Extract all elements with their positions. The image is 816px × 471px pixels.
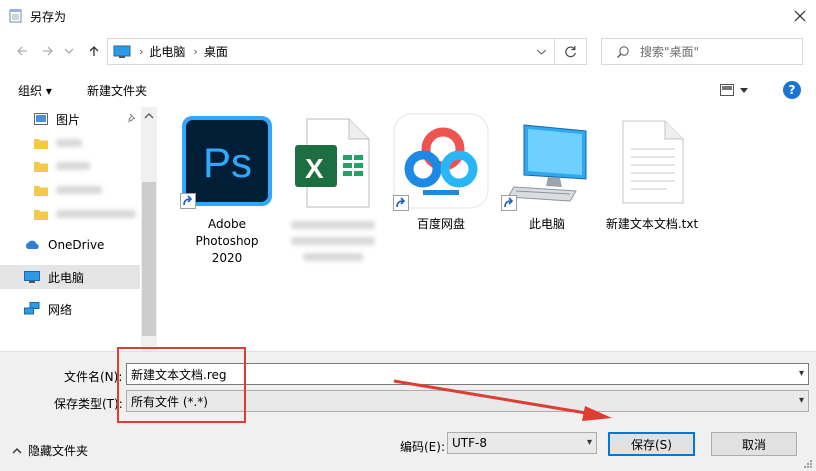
file-label: 此电脑 — [528, 217, 565, 231]
search-placeholder: 搜索"桌面" — [640, 45, 700, 59]
close-button[interactable] — [786, 4, 814, 28]
filetype-select[interactable]: 所有文件 (*.*) ▾ — [126, 390, 809, 412]
sidebar-item-onedrive[interactable]: OneDrive — [0, 233, 140, 257]
sidebar-item-blurred-2[interactable] — [0, 154, 140, 178]
blurred-label — [291, 237, 375, 245]
toolbar: 组织 ▾ 新建文件夹 ? — [0, 74, 816, 106]
blurred-label — [56, 162, 90, 170]
blurred-label — [56, 210, 136, 218]
file-list: Ps Adobe Photoshop 2020 X 百度网盘 此电脑 新建文本文… — [157, 107, 816, 351]
caret-down-icon — [740, 87, 748, 93]
file-label: Adobe Photoshop 2020 — [195, 217, 259, 265]
folder-icon — [34, 210, 48, 220]
blurred-label — [291, 221, 375, 229]
svg-text:Ps: Ps — [203, 139, 252, 186]
arrow-up-icon — [89, 46, 99, 56]
address-bar[interactable]: › 此电脑 › 桌面 — [107, 38, 555, 65]
forward-button[interactable] — [38, 40, 58, 62]
help-icon[interactable]: ? — [783, 81, 801, 99]
filename-input[interactable]: 新建文本文档.reg ▾ — [126, 363, 809, 385]
chevron-down-icon[interactable]: ▾ — [799, 368, 804, 379]
close-icon — [794, 10, 806, 22]
save-button[interactable]: 保存(S) — [608, 432, 695, 456]
file-label: 新建文本文档.txt — [605, 217, 699, 231]
svg-text:X: X — [305, 153, 324, 184]
pin-icon[interactable] — [127, 113, 137, 123]
network-icon — [24, 302, 40, 315]
chevron-up-icon — [12, 448, 22, 454]
computer-icon — [24, 270, 40, 283]
window-title: 另存为 — [30, 10, 67, 24]
file-item-this-pc[interactable]: 此电脑 — [497, 113, 597, 233]
breadcrumb-separator-icon: › — [139, 45, 144, 58]
up-button[interactable] — [84, 40, 104, 62]
file-item-excel[interactable]: X — [283, 113, 383, 263]
title-bar: 另存为 — [0, 0, 816, 31]
file-item-new-text-document[interactable]: 新建文本文档.txt — [600, 113, 704, 233]
refresh-button[interactable] — [555, 38, 587, 65]
resize-grip-icon[interactable] — [802, 458, 814, 470]
encoding-label: 编码(E): — [400, 440, 445, 454]
new-folder-button[interactable]: 新建文件夹 — [87, 82, 147, 99]
sidebar-item-pictures[interactable]: 图片 — [0, 107, 140, 131]
chevron-down-icon[interactable]: ▾ — [587, 437, 592, 448]
refresh-icon — [565, 46, 576, 58]
shortcut-arrow-icon — [180, 193, 196, 209]
search-box[interactable]: 搜索"桌面" — [601, 38, 803, 65]
chevron-down-icon — [65, 48, 73, 54]
breadcrumb-separator-icon: › — [193, 45, 198, 58]
shortcut-arrow-icon — [501, 195, 517, 211]
folder-icon — [34, 139, 48, 149]
save-form-panel: 文件名(N): 新建文本文档.reg ▾ 保存类型(T): 所有文件 (*.*)… — [0, 351, 816, 471]
file-label: 百度网盘 — [416, 217, 465, 231]
hide-folders-toggle[interactable]: 隐藏文件夹 — [12, 442, 88, 459]
sidebar-item-blurred-1[interactable] — [0, 131, 140, 155]
shortcut-arrow-icon — [393, 195, 409, 211]
file-item-photoshop[interactable]: Ps Adobe Photoshop 2020 — [177, 113, 277, 265]
view-options-button[interactable] — [720, 81, 756, 99]
pictures-folder-icon — [34, 113, 48, 125]
sidebar-item-this-pc[interactable]: 此电脑 — [0, 265, 140, 289]
folder-icon — [34, 186, 48, 196]
notepad-icon — [9, 9, 22, 23]
organize-menu[interactable]: 组织 ▾ — [18, 82, 52, 99]
sidebar-item-network[interactable]: 网络 — [0, 297, 140, 321]
file-item-baidu-netdisk[interactable]: 百度网盘 — [391, 113, 491, 233]
recent-locations-button[interactable] — [62, 40, 76, 62]
blurred-label — [56, 186, 102, 194]
sidebar-item-blurred-4[interactable] — [0, 202, 140, 226]
cloud-icon — [26, 240, 39, 249]
filename-label: 文件名(N): — [64, 370, 123, 384]
scroll-up-icon[interactable] — [141, 111, 157, 121]
view-layout-icon — [720, 84, 734, 96]
excel-file-icon: X — [295, 118, 370, 208]
sidebar-item-blurred-3[interactable] — [0, 178, 140, 202]
search-icon — [617, 45, 629, 58]
blurred-label — [56, 139, 82, 147]
back-button[interactable] — [12, 40, 32, 62]
sidebar-scrollbar-thumb[interactable] — [142, 182, 156, 336]
arrow-left-icon — [17, 46, 27, 56]
breadcrumb-desktop[interactable]: 桌面 — [204, 43, 228, 60]
computer-icon — [113, 45, 131, 58]
navigation-pane: 图片 OneDrive 此电脑 网络 — [0, 107, 157, 351]
folder-icon — [34, 162, 48, 172]
breadcrumb-this-pc[interactable]: 此电脑 — [149, 43, 185, 60]
chevron-down-icon[interactable]: ▾ — [799, 395, 804, 406]
arrow-right-icon — [43, 46, 53, 56]
text-file-icon — [622, 120, 684, 204]
cancel-button[interactable]: 取消 — [711, 432, 797, 456]
blurred-label — [303, 253, 363, 261]
chevron-down-icon[interactable] — [537, 49, 546, 55]
encoding-select[interactable]: UTF-8 ▾ — [447, 432, 597, 454]
filetype-label: 保存类型(T): — [54, 397, 123, 411]
